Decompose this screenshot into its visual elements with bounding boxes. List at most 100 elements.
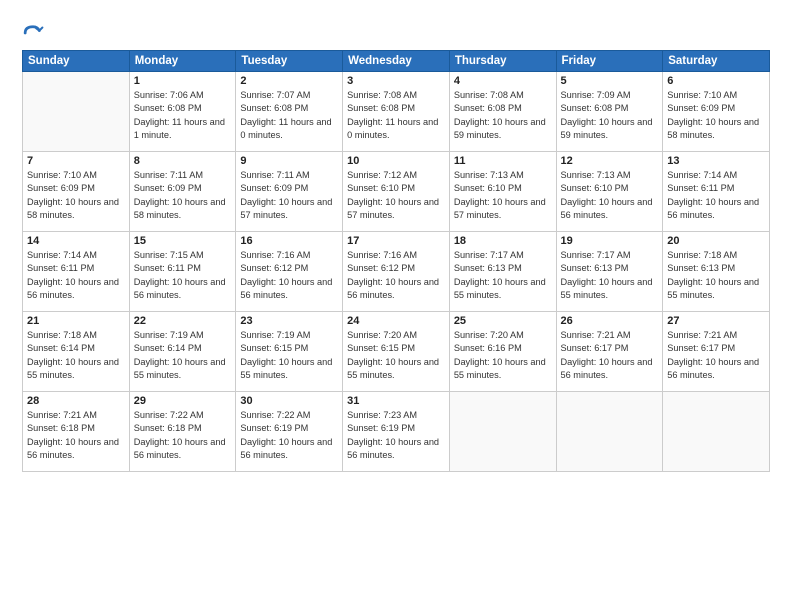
daylight-label: Daylight: 10 hours and 56 minutes. — [240, 437, 332, 460]
day-number: 3 — [347, 75, 445, 87]
sunrise-label: Sunrise: 7:16 AM — [240, 250, 310, 260]
sunset-label: Sunset: 6:08 PM — [134, 103, 202, 113]
sunrise-label: Sunrise: 7:21 AM — [667, 330, 737, 340]
cell-info: Sunrise: 7:21 AM Sunset: 6:18 PM Dayligh… — [27, 409, 125, 462]
cell-info: Sunrise: 7:12 AM Sunset: 6:10 PM Dayligh… — [347, 169, 445, 222]
day-number: 18 — [454, 235, 552, 247]
day-number: 26 — [561, 315, 659, 327]
daylight-label: Daylight: 10 hours and 55 minutes. — [347, 357, 439, 380]
sunrise-label: Sunrise: 7:18 AM — [27, 330, 97, 340]
sunset-label: Sunset: 6:09 PM — [134, 183, 202, 193]
daylight-label: Daylight: 10 hours and 56 minutes. — [134, 437, 226, 460]
sunrise-label: Sunrise: 7:23 AM — [347, 410, 417, 420]
day-number: 23 — [240, 315, 338, 327]
daylight-label: Daylight: 10 hours and 56 minutes. — [134, 277, 226, 300]
calendar-cell: 22 Sunrise: 7:19 AM Sunset: 6:14 PM Dayl… — [129, 312, 236, 392]
calendar-cell: 26 Sunrise: 7:21 AM Sunset: 6:17 PM Dayl… — [556, 312, 663, 392]
calendar-cell: 24 Sunrise: 7:20 AM Sunset: 6:15 PM Dayl… — [343, 312, 450, 392]
cell-info: Sunrise: 7:18 AM Sunset: 6:14 PM Dayligh… — [27, 329, 125, 382]
sunrise-label: Sunrise: 7:08 AM — [454, 90, 524, 100]
cell-info: Sunrise: 7:22 AM Sunset: 6:18 PM Dayligh… — [134, 409, 232, 462]
day-number: 30 — [240, 395, 338, 407]
calendar-cell: 7 Sunrise: 7:10 AM Sunset: 6:09 PM Dayli… — [23, 152, 130, 232]
sunset-label: Sunset: 6:11 PM — [667, 183, 734, 193]
cell-info: Sunrise: 7:18 AM Sunset: 6:13 PM Dayligh… — [667, 249, 765, 302]
day-header-monday: Monday — [129, 51, 236, 72]
calendar-cell: 11 Sunrise: 7:13 AM Sunset: 6:10 PM Dayl… — [449, 152, 556, 232]
day-number: 28 — [27, 395, 125, 407]
daylight-label: Daylight: 10 hours and 58 minutes. — [134, 197, 226, 220]
calendar-cell: 5 Sunrise: 7:09 AM Sunset: 6:08 PM Dayli… — [556, 72, 663, 152]
day-number: 16 — [240, 235, 338, 247]
header — [22, 18, 770, 44]
sunrise-label: Sunrise: 7:22 AM — [240, 410, 310, 420]
sunset-label: Sunset: 6:10 PM — [347, 183, 415, 193]
day-number: 12 — [561, 155, 659, 167]
sunrise-label: Sunrise: 7:09 AM — [561, 90, 631, 100]
cell-info: Sunrise: 7:17 AM Sunset: 6:13 PM Dayligh… — [454, 249, 552, 302]
calendar-cell: 16 Sunrise: 7:16 AM Sunset: 6:12 PM Dayl… — [236, 232, 343, 312]
day-header-friday: Friday — [556, 51, 663, 72]
sunrise-label: Sunrise: 7:13 AM — [454, 170, 524, 180]
sunset-label: Sunset: 6:08 PM — [240, 103, 308, 113]
sunrise-label: Sunrise: 7:11 AM — [134, 170, 203, 180]
daylight-label: Daylight: 10 hours and 56 minutes. — [561, 197, 653, 220]
sunset-label: Sunset: 6:12 PM — [240, 263, 308, 273]
day-number: 31 — [347, 395, 445, 407]
daylight-label: Daylight: 10 hours and 56 minutes. — [667, 357, 759, 380]
cell-info: Sunrise: 7:16 AM Sunset: 6:12 PM Dayligh… — [347, 249, 445, 302]
day-header-wednesday: Wednesday — [343, 51, 450, 72]
daylight-label: Daylight: 10 hours and 58 minutes. — [667, 117, 759, 140]
cell-info: Sunrise: 7:21 AM Sunset: 6:17 PM Dayligh… — [667, 329, 765, 382]
calendar-cell — [663, 392, 770, 472]
daylight-label: Daylight: 10 hours and 55 minutes. — [134, 357, 226, 380]
cell-info: Sunrise: 7:06 AM Sunset: 6:08 PM Dayligh… — [134, 89, 232, 142]
cell-info: Sunrise: 7:13 AM Sunset: 6:10 PM Dayligh… — [454, 169, 552, 222]
sunset-label: Sunset: 6:12 PM — [347, 263, 415, 273]
sunrise-label: Sunrise: 7:19 AM — [240, 330, 310, 340]
sunrise-label: Sunrise: 7:21 AM — [561, 330, 631, 340]
day-number: 7 — [27, 155, 125, 167]
sunrise-label: Sunrise: 7:10 AM — [667, 90, 737, 100]
daylight-label: Daylight: 10 hours and 56 minutes. — [27, 437, 119, 460]
day-number: 24 — [347, 315, 445, 327]
daylight-label: Daylight: 10 hours and 55 minutes. — [454, 357, 546, 380]
sunset-label: Sunset: 6:09 PM — [27, 183, 95, 193]
sunset-label: Sunset: 6:15 PM — [240, 343, 308, 353]
sunset-label: Sunset: 6:14 PM — [134, 343, 202, 353]
sunset-label: Sunset: 6:14 PM — [27, 343, 95, 353]
calendar-cell: 23 Sunrise: 7:19 AM Sunset: 6:15 PM Dayl… — [236, 312, 343, 392]
daylight-label: Daylight: 11 hours and 0 minutes. — [240, 117, 331, 140]
cell-info: Sunrise: 7:23 AM Sunset: 6:19 PM Dayligh… — [347, 409, 445, 462]
sunset-label: Sunset: 6:16 PM — [454, 343, 522, 353]
cell-info: Sunrise: 7:17 AM Sunset: 6:13 PM Dayligh… — [561, 249, 659, 302]
cell-info: Sunrise: 7:14 AM Sunset: 6:11 PM Dayligh… — [667, 169, 765, 222]
day-header-tuesday: Tuesday — [236, 51, 343, 72]
day-number: 14 — [27, 235, 125, 247]
day-number: 13 — [667, 155, 765, 167]
day-number: 20 — [667, 235, 765, 247]
calendar-cell: 19 Sunrise: 7:17 AM Sunset: 6:13 PM Dayl… — [556, 232, 663, 312]
day-header-thursday: Thursday — [449, 51, 556, 72]
day-header-sunday: Sunday — [23, 51, 130, 72]
daylight-label: Daylight: 10 hours and 58 minutes. — [27, 197, 119, 220]
cell-info: Sunrise: 7:16 AM Sunset: 6:12 PM Dayligh… — [240, 249, 338, 302]
daylight-label: Daylight: 10 hours and 59 minutes. — [561, 117, 653, 140]
sunrise-label: Sunrise: 7:10 AM — [27, 170, 97, 180]
calendar-cell: 14 Sunrise: 7:14 AM Sunset: 6:11 PM Dayl… — [23, 232, 130, 312]
daylight-label: Daylight: 10 hours and 55 minutes. — [667, 277, 759, 300]
calendar-cell: 10 Sunrise: 7:12 AM Sunset: 6:10 PM Dayl… — [343, 152, 450, 232]
day-number: 25 — [454, 315, 552, 327]
cell-info: Sunrise: 7:19 AM Sunset: 6:14 PM Dayligh… — [134, 329, 232, 382]
day-number: 11 — [454, 155, 552, 167]
sunset-label: Sunset: 6:17 PM — [667, 343, 735, 353]
cell-info: Sunrise: 7:20 AM Sunset: 6:16 PM Dayligh… — [454, 329, 552, 382]
sunrise-label: Sunrise: 7:13 AM — [561, 170, 631, 180]
sunset-label: Sunset: 6:17 PM — [561, 343, 629, 353]
calendar-cell: 3 Sunrise: 7:08 AM Sunset: 6:08 PM Dayli… — [343, 72, 450, 152]
sunset-label: Sunset: 6:13 PM — [561, 263, 629, 273]
week-row-1: 7 Sunrise: 7:10 AM Sunset: 6:09 PM Dayli… — [23, 152, 770, 232]
calendar-cell — [449, 392, 556, 472]
sunrise-label: Sunrise: 7:17 AM — [454, 250, 524, 260]
daylight-label: Daylight: 10 hours and 56 minutes. — [667, 197, 759, 220]
